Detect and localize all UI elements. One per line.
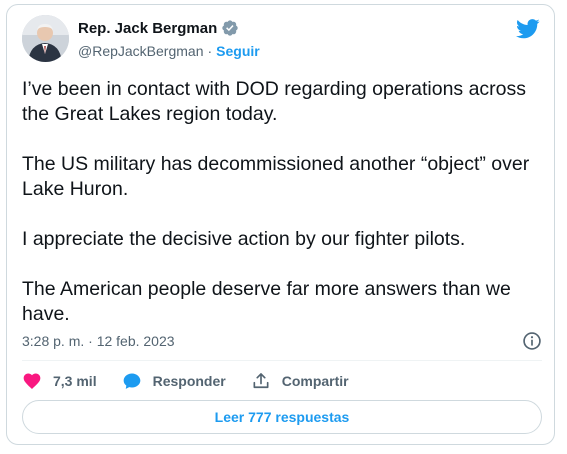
- tweet-paragraph: The American people deserve far more ans…: [22, 278, 511, 325]
- avatar[interactable]: [22, 15, 69, 62]
- share-label: Compartir: [281, 373, 349, 389]
- share-upload-icon: [253, 373, 269, 389]
- tweet-actions: 7,3 mil Responder Compartir: [22, 370, 374, 392]
- tweet-paragraph: I appreciate the decisive action by our …: [22, 228, 466, 250]
- author-name-row: Rep. Jack Bergman: [78, 19, 239, 37]
- tweet-timestamp[interactable]: 3:28 p. m. · 12 feb. 2023: [22, 333, 175, 349]
- avatar-photo: [22, 15, 69, 62]
- share-button[interactable]: Compartir: [251, 371, 349, 391]
- author-handle-row: @RepJackBergman · Seguir: [78, 43, 260, 59]
- divider: [22, 360, 542, 361]
- tweet-paragraph: The US military has decommissioned anoth…: [22, 153, 530, 200]
- follow-button[interactable]: Seguir: [216, 43, 260, 59]
- heart-icon: [23, 373, 41, 390]
- reply-button[interactable]: Responder: [122, 371, 226, 391]
- author-handle[interactable]: @RepJackBergman: [78, 43, 204, 59]
- reply-label: Responder: [152, 373, 226, 389]
- like-count: 7,3 mil: [53, 373, 97, 389]
- speech-bubble-icon: [123, 373, 140, 389]
- author-name[interactable]: Rep. Jack Bergman: [78, 20, 217, 37]
- info-icon[interactable]: [522, 331, 542, 351]
- like-button[interactable]: 7,3 mil: [22, 371, 97, 391]
- tweet-paragraph: I’ve been in contact with DOD regarding …: [22, 78, 527, 125]
- tweet-meta-row: 3:28 p. m. · 12 feb. 2023: [22, 330, 542, 352]
- tweet-text: I’ve been in contact with DOD regarding …: [22, 77, 542, 327]
- separator-dot: ·: [207, 43, 213, 59]
- tweet-card: Rep. Jack Bergman @RepJackBergman · Segu…: [6, 4, 555, 445]
- read-replies-button[interactable]: Leer 777 respuestas: [22, 400, 542, 434]
- twitter-bird-icon[interactable]: [516, 19, 540, 39]
- verified-badge-icon: [222, 20, 238, 36]
